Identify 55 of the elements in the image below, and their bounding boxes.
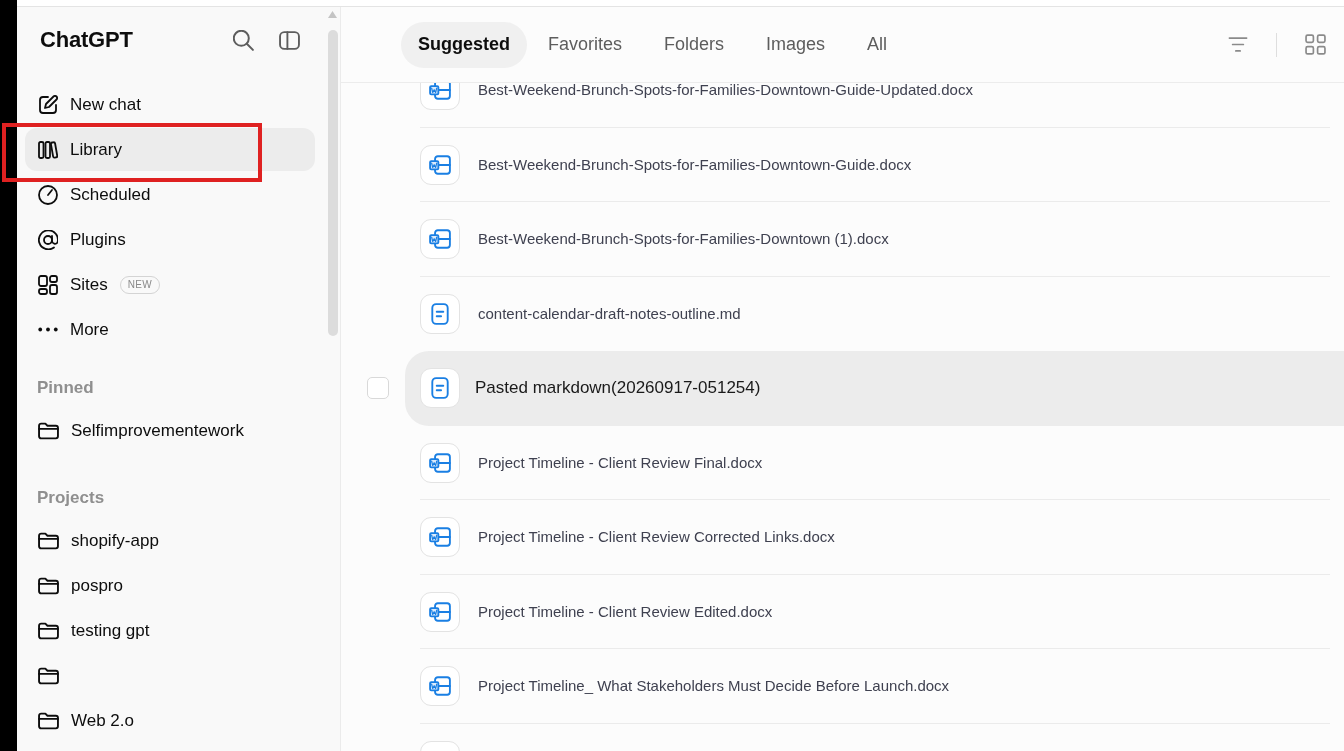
books-icon [38,139,58,160]
file-row[interactable]: Project Timeline - Client Review Corrected Links.docx [405,500,1344,575]
sidebar-item[interactable]: shopify-app [25,519,315,562]
sidebar-item[interactable]: Plugins [25,218,315,261]
ellipsis-icon [38,327,58,332]
scrollbar-thumb[interactable] [328,30,338,336]
sidebar-item[interactable]: New chat [25,83,315,126]
file-row[interactable]: Best-Weekend-Brunch-Spots-for-Families-Downtown-Guide.docx [405,127,1344,202]
folder-icon [38,531,59,550]
section-heading: Projects [36,487,106,509]
tab[interactable]: Folders [643,21,746,68]
folder-icon [38,621,59,640]
document-icon [420,591,460,632]
grid-view-icon[interactable] [1304,34,1326,55]
folder-icon [38,711,59,730]
file-row[interactable]: Project Timeline - Client Review Final.docx [405,425,1344,500]
section-heading: Pinned [36,377,95,399]
row-checkbox[interactable] [367,377,389,400]
scroll-up-icon[interactable] [328,11,337,18]
at-sign-icon [38,229,58,250]
app-title: ChatGPT [40,27,133,53]
file-row[interactable]: Pasted markdown(20260917-051254) [405,351,1344,426]
file-row[interactable]: content-calendar-draft-notes-outline.md [405,276,1344,351]
file-row[interactable]: Project Timeline_ What Stakeholders Must Decide Before Launch.docx [405,649,1344,724]
tab[interactable]: Images [745,21,847,68]
tab[interactable]: Favorites [527,21,644,68]
tiles-icon [38,274,58,295]
filter-icon[interactable] [1227,37,1249,52]
sidebar-item[interactable]: Sites NEW [25,263,315,306]
sidebar-item[interactable]: testing gpt [25,609,315,652]
document-icon [420,666,460,707]
tab[interactable]: Suggested [401,21,527,68]
sidebar-item[interactable]: More [25,308,315,351]
sidebar-toggle-icon[interactable] [279,30,300,50]
sidebar-item[interactable]: pospro [25,564,315,607]
document-icon [420,219,460,260]
text-file-icon [420,293,460,334]
tab[interactable]: All [846,21,909,68]
clock-icon [38,184,58,205]
sidebar-item[interactable]: Library [25,128,315,171]
folder-icon [38,576,59,595]
document-icon [420,144,460,185]
sidebar-item[interactable]: Scheduled [25,173,315,216]
file-row[interactable]: Best-Weekend-Brunch-Spots-for-Families-Downtown-Guide-Updated.docx [405,83,1344,128]
folder-icon [38,666,59,685]
search-icon[interactable] [233,29,254,51]
compose-icon [38,94,58,115]
sidebar-item[interactable]: Web 2.o [25,699,315,742]
folder-icon [38,421,59,440]
file-row[interactable]: Project Timeline - Client Review Edited.docx [405,574,1344,649]
document-icon [420,517,460,558]
text-file-icon [420,368,460,409]
file-row[interactable]: Best-Weekend-Brunch-Spots-for-Families-Downtown (1).docx [405,202,1344,277]
document-icon [420,442,460,483]
sidebar-item[interactable]: Selfimprovementework [25,409,315,452]
